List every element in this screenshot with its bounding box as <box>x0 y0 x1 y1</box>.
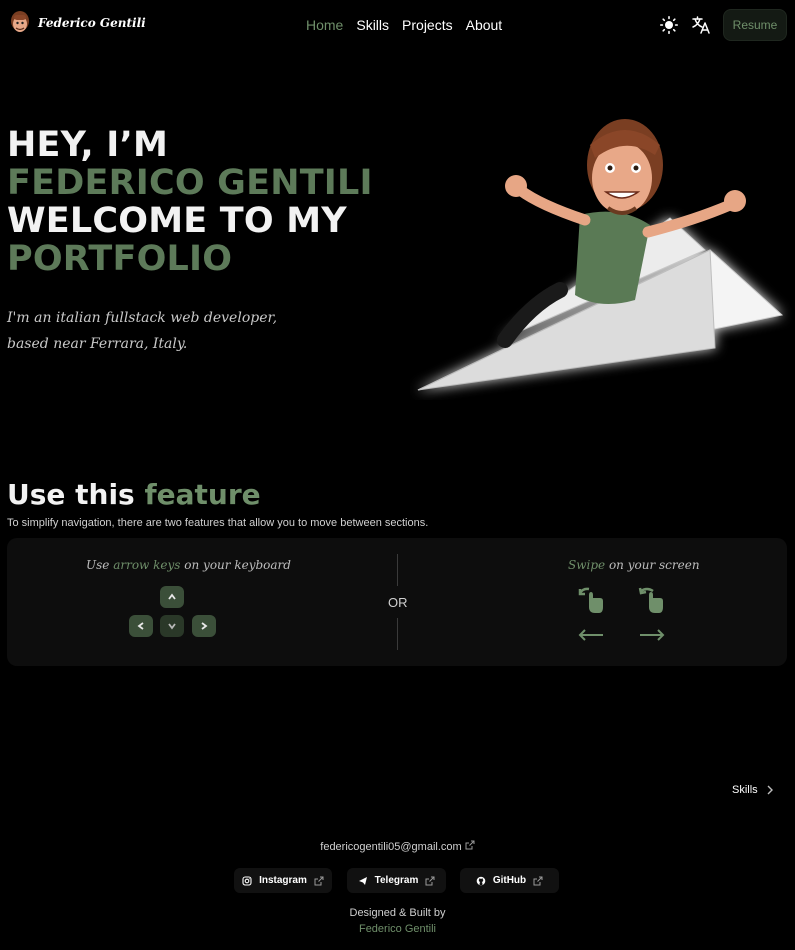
nav-projects[interactable]: Projects <box>402 17 453 33</box>
translate-icon[interactable] <box>691 15 711 35</box>
arrow-down-key <box>160 615 184 637</box>
swipe-left-hand-icon <box>578 587 603 613</box>
chevron-right-icon <box>201 622 208 630</box>
nav-links: Home Skills Projects About <box>306 17 502 33</box>
hero-line-2: FEDERICO GENTILI <box>7 163 373 203</box>
nav-skills[interactable]: Skills <box>356 17 389 33</box>
external-link-icon <box>465 840 475 850</box>
telegram-link[interactable]: Telegram <box>347 868 446 893</box>
arrow-up-key <box>160 586 184 608</box>
email-text: federicogentili05@gmail.com <box>320 841 462 853</box>
brand-logo[interactable]: Federico Gentili <box>8 10 146 36</box>
nav-about[interactable]: About <box>466 17 503 33</box>
nav-home[interactable]: Home <box>306 17 343 33</box>
swipe-accent: Swipe <box>568 558 606 572</box>
external-link-icon <box>425 876 435 885</box>
credit-line: Designed & Built by <box>349 907 446 919</box>
arrow-left-key <box>129 615 153 637</box>
swipe-right-hand-icon <box>638 587 663 613</box>
feature-description: To simplify navigation, there are two fe… <box>7 517 429 529</box>
next-section-label: Skills <box>732 784 758 796</box>
github-link[interactable]: GitHub <box>460 868 559 893</box>
hero-illustration <box>417 119 784 391</box>
feature-title-plain: Use this <box>7 478 135 511</box>
github-label: GitHub <box>492 875 527 886</box>
telegram-label: Telegram <box>374 875 419 886</box>
arrow-right-key <box>192 615 216 637</box>
or-label: OR <box>388 595 408 610</box>
feature-card: Use arrow keys on your keyboard OR Swipe… <box>7 538 787 666</box>
arrow-right-icon <box>640 629 665 641</box>
divider-bottom <box>397 618 398 650</box>
instagram-link[interactable]: Instagram <box>234 868 332 893</box>
chevron-up-icon <box>168 593 176 600</box>
keys-accent: arrow keys <box>113 558 181 572</box>
hero-line-3: WELCOME TO MY <box>7 201 347 241</box>
credit-name[interactable]: Federico Gentili <box>0 923 795 935</box>
feature-title: Use this feature <box>7 478 261 511</box>
swipe-label: Swipe on your screen <box>568 558 700 572</box>
hero-line-4: PORTFOLIO <box>7 239 233 279</box>
instagram-icon <box>242 875 252 886</box>
next-section-link[interactable]: Skills <box>732 784 774 796</box>
external-link-icon <box>314 876 324 885</box>
brand-name: Federico Gentili <box>38 16 146 30</box>
keys-label: Use arrow keys on your keyboard <box>86 558 291 572</box>
chevron-down-icon <box>168 623 176 630</box>
hero-subtitle: I'm an italian fullstack web developer, … <box>7 310 278 352</box>
telegram-icon <box>358 876 367 885</box>
github-icon <box>476 876 486 885</box>
hero-title: HEY, I’M FEDERICO GENTILI WELCOME TO MY … <box>7 126 373 278</box>
external-link-icon <box>533 876 543 885</box>
chevron-right-icon <box>767 785 773 795</box>
hero-line-1: HEY, I’M <box>7 125 168 165</box>
email-link[interactable]: federicogentili05@gmail.com <box>0 840 795 853</box>
keys-suffix: on your keyboard <box>184 558 291 572</box>
chevron-left-icon <box>137 622 144 630</box>
feature-title-accent: feature <box>144 478 261 511</box>
sun-icon[interactable] <box>660 16 678 34</box>
swipe-suffix: on your screen <box>608 558 700 572</box>
instagram-label: Instagram <box>259 875 307 886</box>
divider-top <box>397 554 398 586</box>
avatar <box>11 11 29 32</box>
navbar: Federico Gentili Home Skills Projects Ab… <box>0 0 795 50</box>
keys-prefix: Use <box>86 558 110 572</box>
resume-button[interactable]: Resume <box>723 9 787 41</box>
arrow-left-icon <box>578 629 603 641</box>
